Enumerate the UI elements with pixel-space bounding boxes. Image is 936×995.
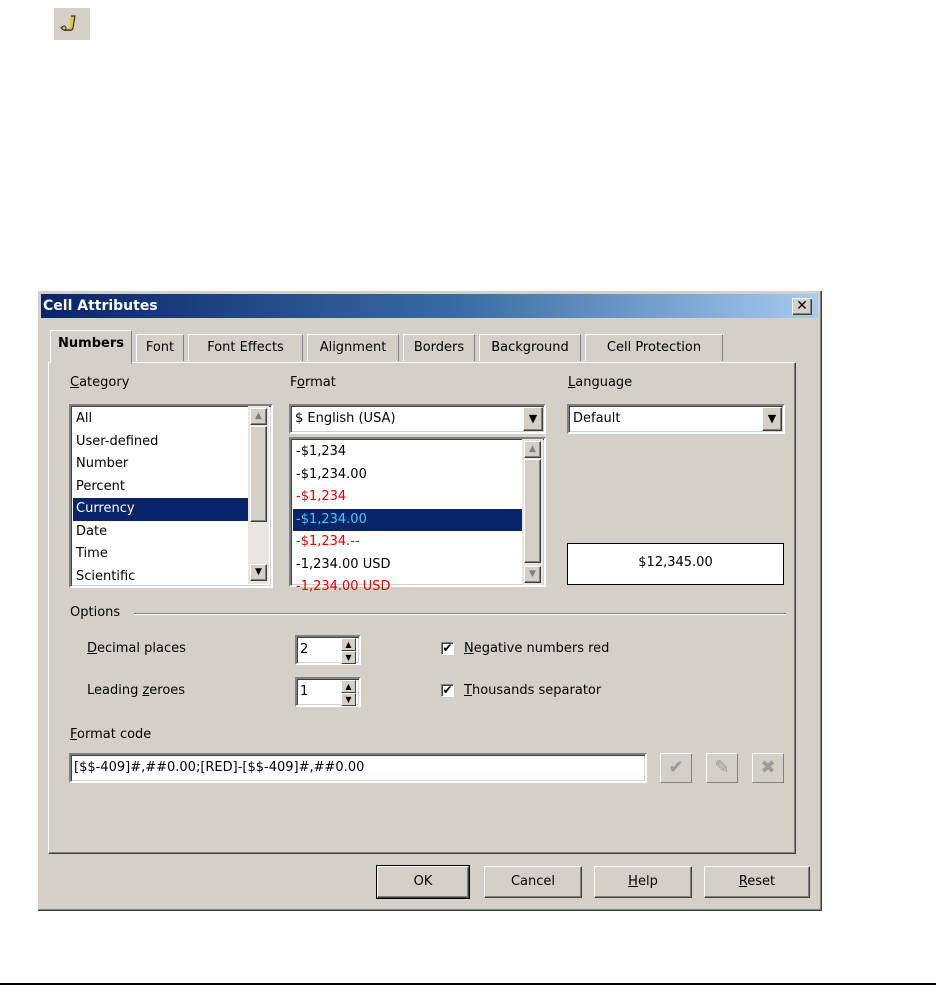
list-item[interactable]: -$1,234 (293, 486, 525, 509)
thousands-separator-label: Thousands separator (464, 683, 602, 698)
ok-button[interactable]: OK (376, 865, 470, 899)
accept-icon[interactable]: ✔ (660, 753, 692, 783)
options-label: Options (70, 605, 121, 620)
tab-alignment[interactable]: Alignment (307, 334, 399, 361)
category-list[interactable]: All User-defined Number Percent Currency… (69, 404, 273, 588)
comment-icon[interactable]: ✎ (706, 753, 738, 783)
scroll-up-button[interactable]: ▲ (524, 441, 541, 458)
arrow-up-icon: ▲ (255, 411, 262, 421)
tab-font-effects[interactable]: Font Effects (188, 334, 303, 361)
macro-icon (54, 8, 90, 40)
list-item[interactable]: -$1,234 (293, 441, 525, 464)
thousands-separator-checkbox[interactable]: ✔ (441, 684, 454, 697)
format-code-value: [$$-409]#,##0.00;[RED]-[$$-409]#,##0.00 (74, 760, 365, 775)
dialog-title: Cell Attributes (43, 298, 158, 314)
tab-font[interactable]: Font (136, 334, 184, 361)
leading-zeroes-value: 1 (300, 684, 309, 699)
arrow-down-icon: ▼ (529, 569, 536, 579)
dropdown-arrow-icon[interactable]: ▼ (762, 407, 782, 431)
cancel-button[interactable]: Cancel (484, 866, 582, 898)
tab-background[interactable]: Background (479, 334, 581, 361)
scroll-up-button[interactable]: ▲ (250, 408, 267, 425)
list-item[interactable]: -$1,234.00 (293, 508, 525, 531)
spin-up-button[interactable]: ▲ (341, 680, 356, 693)
help-button[interactable]: Help (594, 866, 692, 898)
spin-up-button[interactable]: ▲ (341, 638, 356, 651)
decimal-places-label: Decimal places (87, 641, 186, 656)
scroll-down-button[interactable]: ▼ (250, 564, 267, 581)
tab-borders[interactable]: Borders (403, 334, 475, 361)
language-label: Language (568, 375, 633, 390)
arrow-up-icon: ▲ (345, 640, 352, 649)
language-dropdown[interactable]: Default (567, 404, 785, 434)
list-item[interactable]: Currency (73, 498, 248, 521)
category-label: Category (70, 375, 130, 390)
delete-icon[interactable]: ✖ (752, 753, 784, 783)
spin-down-button[interactable]: ▼ (341, 693, 356, 706)
list-item[interactable]: Number (73, 453, 248, 476)
list-item[interactable]: Time (73, 543, 248, 566)
negative-red-label: Negative numbers red (464, 641, 610, 656)
format-label: Format (290, 375, 336, 390)
leading-zeroes-label: Leading zeroes (87, 683, 186, 698)
arrow-down-icon: ▼ (255, 567, 262, 577)
options-separator (134, 613, 786, 615)
list-item[interactable]: -1,234.00 USD (293, 554, 525, 577)
tab-cell-protection[interactable]: Cell Protection (585, 334, 723, 361)
list-item[interactable]: Scientific (73, 566, 248, 589)
format-dropdown[interactable]: $ English (USA) (289, 404, 546, 434)
close-icon: ✕ (796, 298, 808, 314)
language-dropdown-value: Default (573, 411, 621, 426)
arrow-up-icon: ▲ (529, 444, 536, 454)
list-item[interactable]: -$1,234.-- (293, 531, 525, 554)
list-item[interactable]: All (73, 408, 248, 431)
list-item[interactable]: -1,234.00 USD (293, 576, 525, 599)
arrow-down-icon: ▼ (345, 695, 352, 704)
arrow-down-icon: ▼ (767, 412, 777, 425)
checkmark-icon: ✔ (442, 683, 453, 697)
dropdown-arrow-icon[interactable]: ▼ (523, 407, 543, 431)
arrow-down-icon: ▼ (345, 653, 352, 662)
scroll-down-button[interactable]: ▼ (524, 566, 541, 583)
arrow-up-icon: ▲ (345, 682, 352, 691)
tab-numbers[interactable]: Numbers (50, 330, 132, 364)
arrow-down-icon: ▼ (528, 412, 538, 425)
scroll-thumb[interactable] (524, 459, 541, 563)
page-divider (0, 983, 936, 985)
list-item[interactable]: User-defined (73, 431, 248, 454)
negative-red-checkbox[interactable]: ✔ (441, 642, 454, 655)
format-list[interactable]: -$1,234 -$1,234.00 -$1,234 -$1,234.00 -$… (289, 437, 546, 594)
decimal-places-value: 2 (300, 642, 309, 657)
format-code-input[interactable]: [$$-409]#,##0.00;[RED]-[$$-409]#,##0.00 (69, 753, 647, 783)
list-item[interactable]: Percent (73, 476, 248, 499)
list-item[interactable]: -$1,234.00 (293, 464, 525, 487)
scroll-thumb[interactable] (250, 426, 267, 522)
format-code-label: Format code (70, 727, 152, 742)
list-item[interactable]: Date (73, 521, 248, 544)
close-button[interactable]: ✕ (792, 298, 812, 315)
format-dropdown-value: $ English (USA) (295, 411, 396, 426)
checkmark-icon: ✔ (442, 641, 453, 655)
spin-down-button[interactable]: ▼ (341, 651, 356, 664)
reset-button[interactable]: Reset (704, 866, 810, 898)
format-preview: $12,345.00 (567, 543, 784, 585)
